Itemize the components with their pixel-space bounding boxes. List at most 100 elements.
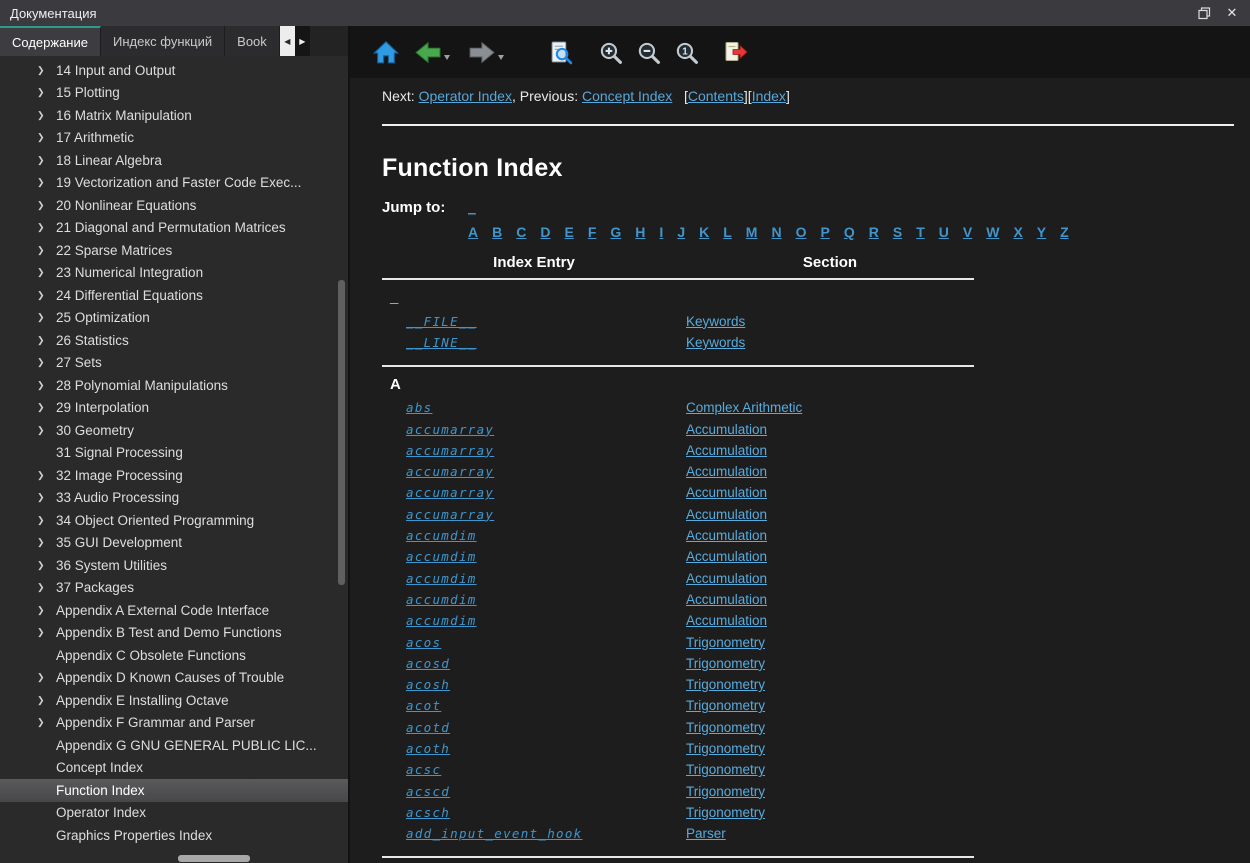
sidebar-item[interactable]: ❯16 Matrix Manipulation [0,104,348,127]
function-link[interactable]: add_input_event_hook [406,826,583,841]
bookmark-button[interactable] [722,38,750,66]
jump-underscore-link[interactable]: _ [468,201,476,216]
section-link[interactable]: Trigonometry [686,720,765,735]
sidebar-item[interactable]: ❯30 Geometry [0,419,348,442]
function-link[interactable]: accumdim [406,528,477,543]
chevron-right-icon[interactable]: ❯ [37,672,56,683]
jump-letter-link[interactable]: O [796,224,807,240]
sidebar-item[interactable]: ❯29 Interpolation [0,397,348,420]
chevron-right-icon[interactable]: ❯ [37,380,56,391]
sidebar-item[interactable]: ❯Appendix D Known Causes of Trouble [0,667,348,690]
sidebar-item[interactable]: ❯20 Nonlinear Equations [0,194,348,217]
sidebar-horizontal-scrollbar[interactable] [2,855,334,862]
sidebar-item[interactable]: ❯33 Audio Processing [0,487,348,510]
section-link[interactable]: Parser [686,826,726,841]
chevron-right-icon[interactable]: ❯ [37,267,56,278]
back-button[interactable] [414,39,450,65]
sidebar-item[interactable]: 31 Signal Processing [0,442,348,465]
chevron-right-icon[interactable]: ❯ [37,110,56,121]
function-link[interactable]: acot [406,698,441,713]
section-link[interactable]: Trigonometry [686,784,765,799]
function-link[interactable]: acsc [406,762,441,777]
chevron-right-icon[interactable]: ❯ [37,312,56,323]
find-in-page-button[interactable] [546,38,574,66]
sidebar-item[interactable]: ❯24 Differential Equations [0,284,348,307]
chevron-right-icon[interactable]: ❯ [37,605,56,616]
jump-letter-link[interactable]: E [565,224,574,240]
jump-letter-link[interactable]: Y [1037,224,1046,240]
jump-letter-link[interactable]: B [492,224,502,240]
jump-letter-link[interactable]: C [516,224,526,240]
tab-contents[interactable]: Содержание [0,26,101,56]
section-link[interactable]: Accumulation [686,549,767,564]
forward-button[interactable] [468,39,504,65]
forward-history-dropdown-icon[interactable] [498,55,504,60]
sidebar-item[interactable]: ❯18 Linear Algebra [0,149,348,172]
sidebar-item[interactable]: ❯32 Image Processing [0,464,348,487]
section-link[interactable]: Accumulation [686,443,767,458]
chevron-right-icon[interactable]: ❯ [37,717,56,728]
function-link[interactable]: acosh [406,677,450,692]
section-link[interactable]: Keywords [686,335,745,350]
chevron-right-icon[interactable]: ❯ [37,537,56,548]
chevron-right-icon[interactable]: ❯ [37,200,56,211]
function-link[interactable]: acsch [406,805,450,820]
sidebar-item[interactable]: Concept Index [0,757,348,780]
chevron-right-icon[interactable]: ❯ [37,515,56,526]
tab-function-index[interactable]: Индекс функций [101,26,225,56]
section-link[interactable]: Accumulation [686,613,767,628]
sidebar-item[interactable]: ❯37 Packages [0,577,348,600]
sidebar-item[interactable]: ❯26 Statistics [0,329,348,352]
function-link[interactable]: accumdim [406,549,477,564]
jump-letter-link[interactable]: M [746,224,758,240]
chevron-right-icon[interactable]: ❯ [37,425,56,436]
function-link[interactable]: acotd [406,720,450,735]
chevron-right-icon[interactable]: ❯ [37,582,56,593]
zoom-original-button[interactable]: 1 [672,38,700,66]
section-link[interactable]: Trigonometry [686,762,765,777]
tab-scroll-left-button[interactable]: ◀ [280,26,295,56]
close-button[interactable]: ✕ [1218,2,1246,24]
function-link[interactable]: accumarray [406,464,494,479]
function-link[interactable]: abs [406,400,432,415]
chevron-right-icon[interactable]: ❯ [37,695,56,706]
chevron-right-icon[interactable]: ❯ [37,245,56,256]
function-link[interactable]: acosd [406,656,450,671]
jump-letter-link[interactable]: W [986,224,999,240]
sidebar-item[interactable]: Graphics Properties Index [0,824,348,847]
sidebar-item[interactable]: ❯23 Numerical Integration [0,262,348,285]
tab-scroll-right-button[interactable]: ▶ [295,26,310,56]
chevron-right-icon[interactable]: ❯ [37,357,56,368]
jump-letter-link[interactable]: I [659,224,663,240]
sidebar-item[interactable]: ❯34 Object Oriented Programming [0,509,348,532]
function-link[interactable]: accumdim [406,613,477,628]
sidebar-item[interactable]: ❯Appendix B Test and Demo Functions [0,622,348,645]
section-link[interactable]: Trigonometry [686,741,765,756]
chevron-right-icon[interactable]: ❯ [37,65,56,76]
section-link[interactable]: Accumulation [686,485,767,500]
sidebar-item[interactable]: Appendix G GNU GENERAL PUBLIC LIC... [0,734,348,757]
section-link[interactable]: Trigonometry [686,656,765,671]
sidebar-item[interactable]: ❯Appendix E Installing Octave [0,689,348,712]
section-link[interactable]: Trigonometry [686,698,765,713]
jump-letter-link[interactable]: L [723,224,732,240]
home-button[interactable] [372,38,400,66]
function-link[interactable]: __FILE__ [406,314,477,329]
sidebar-item[interactable]: Appendix C Obsolete Functions [0,644,348,667]
chevron-right-icon[interactable]: ❯ [37,87,56,98]
jump-letter-link[interactable]: H [635,224,645,240]
chevron-right-icon[interactable]: ❯ [37,627,56,638]
function-link[interactable]: acoth [406,741,450,756]
chevron-right-icon[interactable]: ❯ [37,132,56,143]
function-link[interactable]: accumarray [406,422,494,437]
zoom-in-button[interactable] [596,38,624,66]
function-link[interactable]: accumdim [406,592,477,607]
jump-letter-link[interactable]: A [468,224,478,240]
jump-letter-link[interactable]: G [610,224,621,240]
back-history-dropdown-icon[interactable] [444,55,450,60]
jump-letter-link[interactable]: T [916,224,925,240]
section-link[interactable]: Accumulation [686,507,767,522]
sidebar-vertical-scrollbar[interactable] [337,56,346,851]
sidebar-item[interactable]: ❯21 Diagonal and Permutation Matrices [0,217,348,240]
sidebar-item[interactable]: Function Index [0,779,348,802]
